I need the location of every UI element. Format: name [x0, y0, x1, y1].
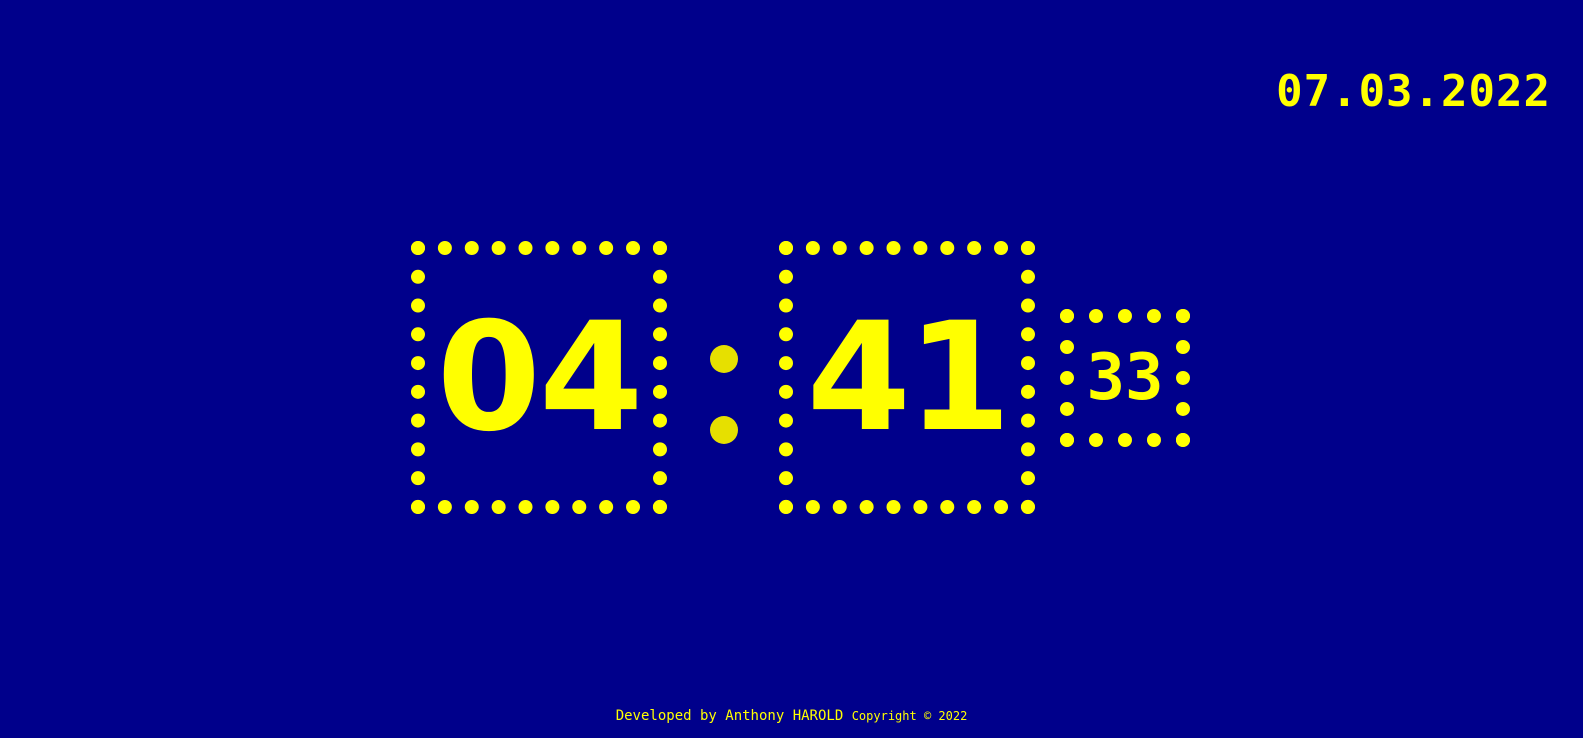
copyright-notice: Copyright © 2022	[851, 709, 968, 723]
seconds-display: 33	[1086, 341, 1164, 415]
footer: Developed by Anthony HAROLD Copyright © …	[0, 709, 1583, 723]
hours-display: 04	[436, 290, 644, 465]
minutes-display: 41	[806, 290, 1012, 465]
date-display: 07.03.2022	[1276, 66, 1551, 117]
developer-credit: Developed by Anthony HAROLD	[615, 708, 844, 724]
colon-separator-bottom	[710, 416, 738, 444]
colon-separator-top	[710, 345, 738, 373]
